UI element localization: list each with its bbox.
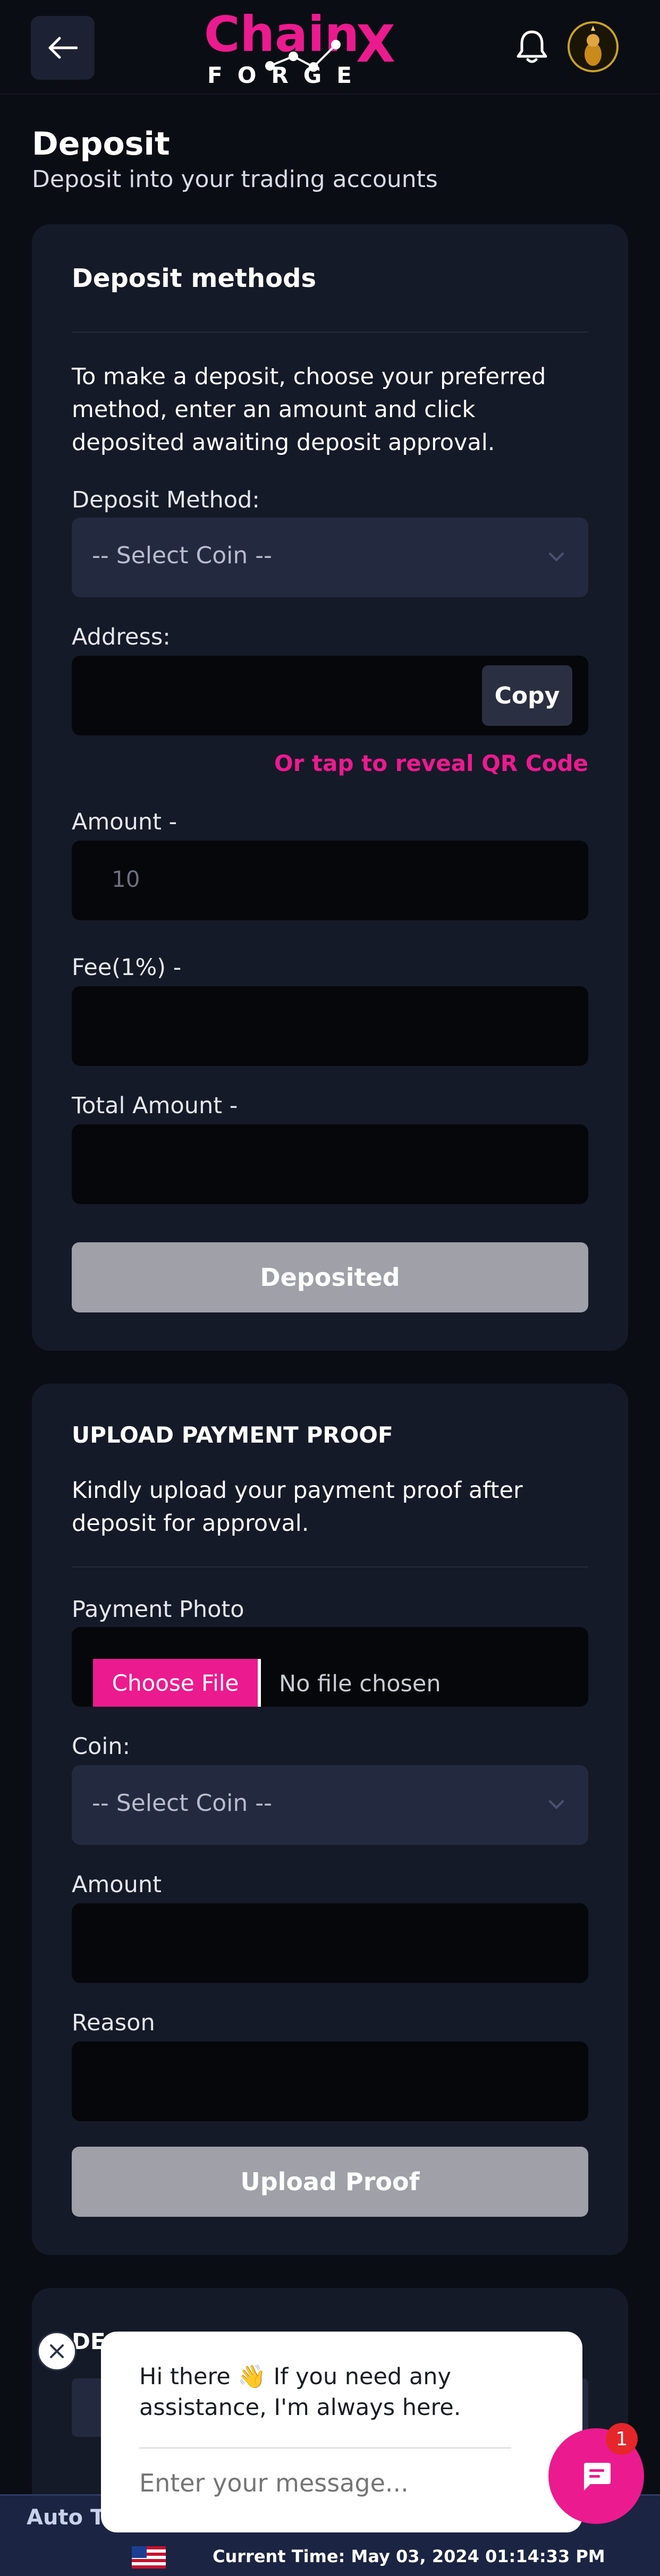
total-amount-label: Total Amount -: [72, 1092, 238, 1119]
us-flag-icon: [132, 2546, 166, 2569]
page-title: Deposit: [32, 125, 170, 163]
chat-unread-badge: 1: [606, 2423, 638, 2455]
deposit-methods-title: Deposit methods: [72, 264, 317, 293]
current-time-bar: Current Time: May 03, 2024 01:14:33 PM: [0, 2539, 660, 2576]
brand-bottom: FORGE: [207, 62, 367, 87]
copy-address-button[interactable]: Copy: [482, 665, 572, 726]
avatar-image-icon: [570, 23, 616, 70]
chat-greeting: Hi there 👋 If you need any assistance, I…: [139, 2363, 461, 2421]
brand-top: Chain: [204, 7, 359, 63]
chat-message-input[interactable]: [139, 2469, 543, 2497]
deposit-method-select[interactable]: -- Select Coin --: [72, 518, 588, 597]
upload-proof-title: UPLOAD PAYMENT PROOF: [72, 1422, 393, 1448]
choose-file-button[interactable]: Choose File: [93, 1659, 261, 1707]
total-amount-field[interactable]: [72, 1124, 588, 1204]
payment-photo-input[interactable]: Choose File No file chosen: [72, 1627, 588, 1707]
upload-proof-card: UPLOAD PAYMENT PROOF Kindly upload your …: [32, 1384, 628, 2255]
current-time-text: Current Time: May 03, 2024 01:14:33 PM: [213, 2546, 605, 2566]
upload-proof-button[interactable]: Upload Proof: [72, 2147, 588, 2217]
payment-photo-label: Payment Photo: [72, 1596, 244, 1623]
address-label: Address:: [72, 624, 171, 650]
reason-label: Reason: [72, 2010, 155, 2036]
chat-divider: [139, 2447, 511, 2448]
chat-close-button[interactable]: [37, 2332, 77, 2371]
coin-select-value: -- Select Coin --: [92, 1790, 272, 1817]
deposit-method-label: Deposit Method:: [72, 487, 260, 513]
coin-label: Coin:: [72, 1733, 131, 1760]
reveal-qr-code-link[interactable]: Or tap to reveal QR Code: [274, 750, 588, 776]
chat-popup: Hi there 👋 If you need any assistance, I…: [101, 2332, 582, 2532]
proof-amount-input[interactable]: [72, 1903, 588, 1983]
page-subtitle: Deposit into your trading accounts: [32, 166, 438, 193]
top-bar: Chain X FORGE: [0, 0, 660, 95]
fee-field[interactable]: [72, 986, 588, 1066]
address-field[interactable]: Copy: [72, 656, 588, 735]
deposit-methods-card: Deposit methods To make a deposit, choos…: [32, 224, 628, 1351]
deposit-method-value: -- Select Coin --: [92, 542, 272, 569]
arrow-left-icon: [48, 37, 78, 59]
proof-amount-label: Amount: [72, 1871, 162, 1898]
deposited-button[interactable]: Deposited: [72, 1242, 588, 1312]
reason-input[interactable]: [72, 2041, 588, 2121]
card-divider: [72, 1566, 588, 1567]
close-icon: [50, 2344, 64, 2358]
chevron-down-icon: [549, 553, 564, 562]
user-avatar[interactable]: [568, 21, 619, 72]
chevron-down-icon: [549, 1800, 564, 1809]
amount-value: 10: [112, 866, 140, 892]
upload-proof-instructions: Kindly upload your payment proof after d…: [72, 1477, 523, 1537]
deposit-instructions: To make a deposit, choose your preferred…: [72, 363, 546, 456]
amount-input[interactable]: 10: [72, 841, 588, 920]
back-button[interactable]: [31, 16, 95, 80]
chat-bubble-icon: [584, 2463, 611, 2490]
bell-icon[interactable]: [513, 28, 551, 65]
coin-select[interactable]: -- Select Coin --: [72, 1765, 588, 1845]
brand-logo[interactable]: Chain X FORGE: [202, 7, 404, 87]
fee-label: Fee(1%) -: [72, 954, 182, 981]
auto-trade-label: Auto Tr: [27, 2505, 113, 2530]
card-divider: [72, 332, 588, 333]
no-file-text: No file chosen: [279, 1671, 441, 1697]
amount-label: Amount -: [72, 809, 177, 835]
